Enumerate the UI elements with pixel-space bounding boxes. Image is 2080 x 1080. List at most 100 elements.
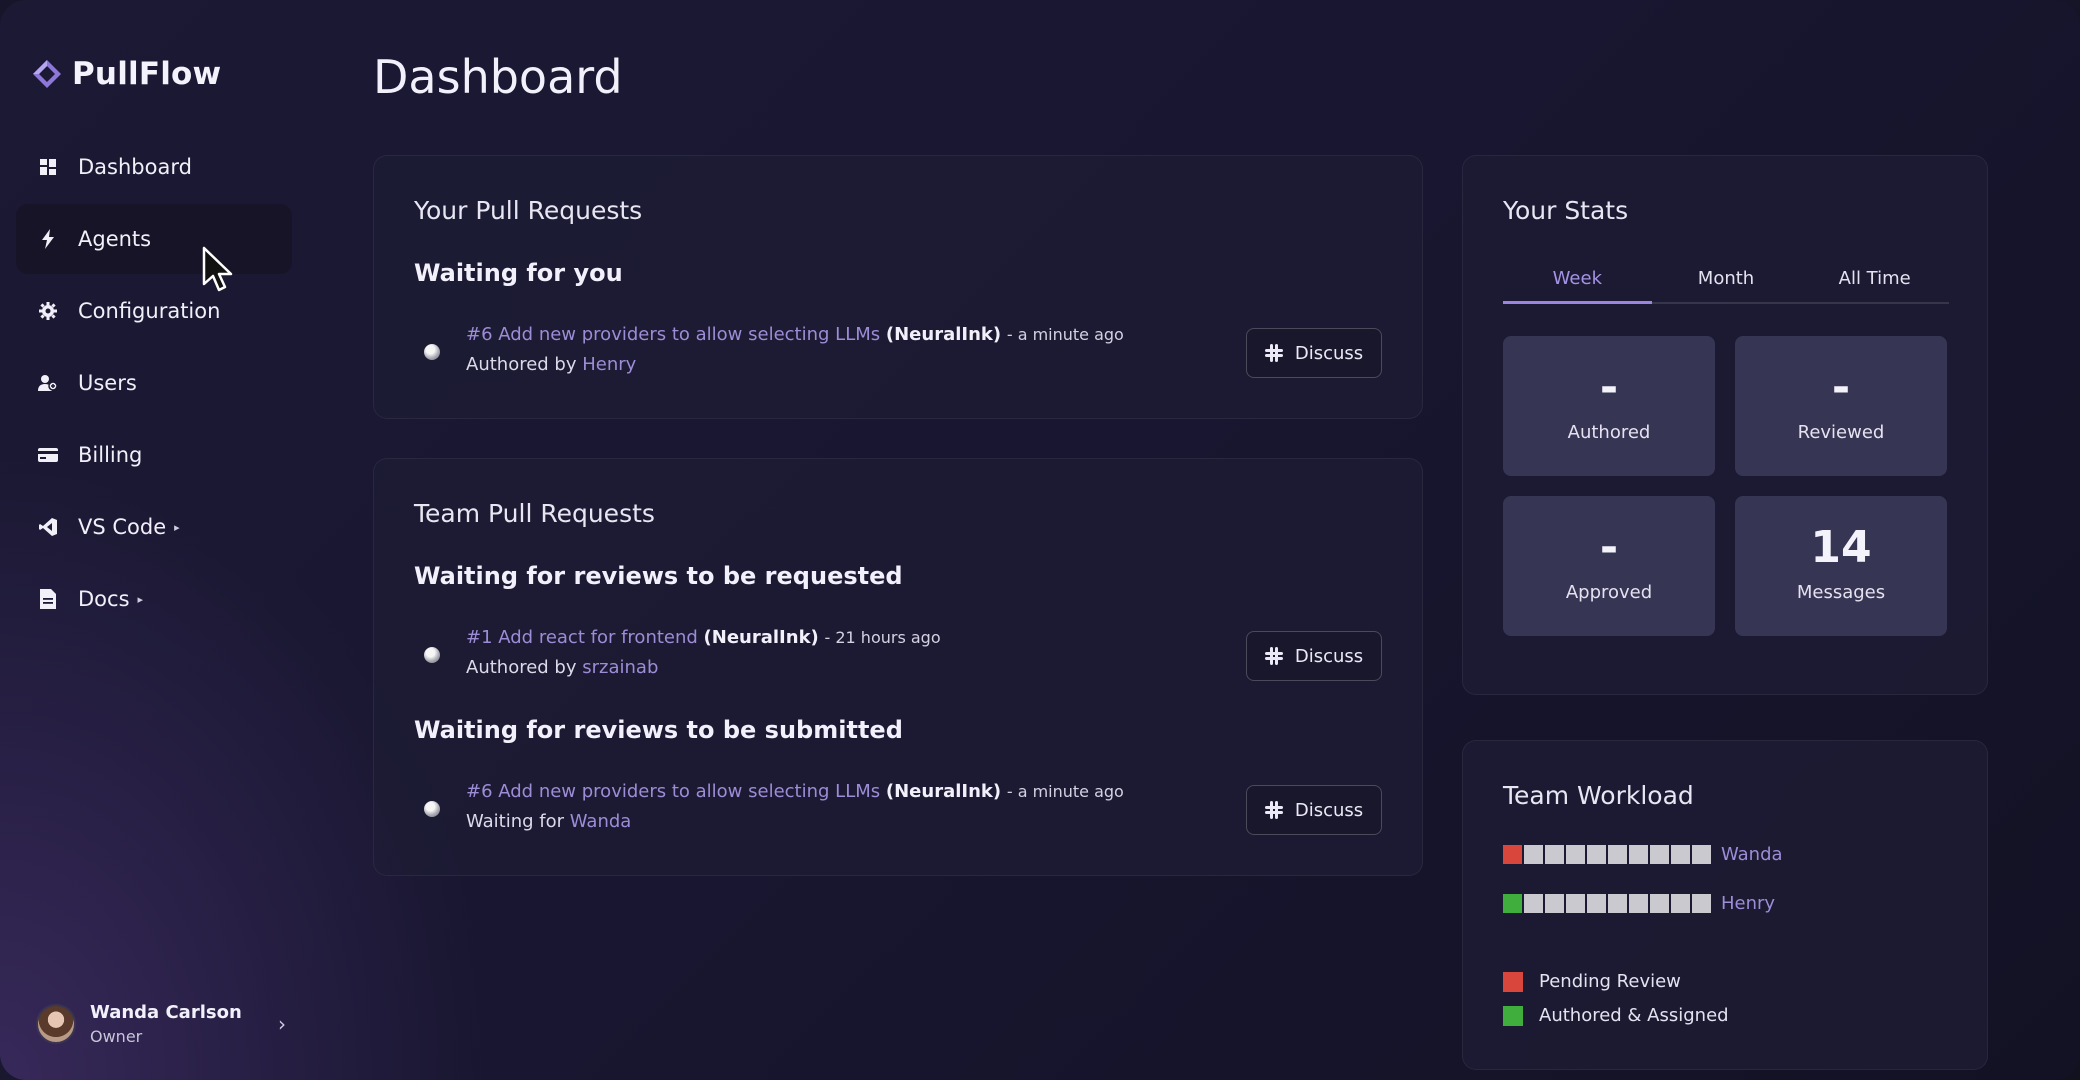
legend-swatch xyxy=(1503,1005,1523,1026)
avatar xyxy=(36,1004,76,1044)
sidebar-item-docs[interactable]: Docs ▸ xyxy=(16,564,292,634)
discuss-button[interactable]: Discuss xyxy=(1246,785,1382,835)
workload-cell xyxy=(1650,893,1669,913)
status-dot-icon xyxy=(424,801,440,817)
gear-icon xyxy=(38,301,58,321)
pr-link[interactable]: #1 Add react for frontend xyxy=(466,627,698,648)
stat-value: - xyxy=(1599,522,1619,573)
discuss-label: Discuss xyxy=(1294,645,1364,667)
card-icon xyxy=(38,445,58,465)
workload-cell xyxy=(1545,844,1564,864)
tab-week[interactable]: Week xyxy=(1503,256,1652,304)
tab-all-time[interactable]: All Time xyxy=(1800,256,1949,302)
stat-value: - xyxy=(1599,362,1619,413)
workload-row: Henry xyxy=(1503,892,1775,914)
card-title: Your Stats xyxy=(1503,196,1629,225)
slack-icon xyxy=(1264,647,1283,665)
legend-item: Authored & Assigned xyxy=(1503,1005,1729,1026)
vscode-icon xyxy=(38,517,58,537)
sidebar-nav: Dashboard Agents Configuration Users Bil… xyxy=(16,132,292,636)
sidebar-item-label: Billing xyxy=(78,443,143,467)
stat-label: Approved xyxy=(1565,582,1653,603)
slack-icon xyxy=(1264,344,1283,362)
legend-label: Authored & Assigned xyxy=(1539,1005,1729,1026)
stat-label: Authored xyxy=(1567,422,1651,443)
sidebar-item-configuration[interactable]: Configuration xyxy=(16,276,292,346)
workload-cell xyxy=(1650,844,1669,864)
sidebar-item-dashboard[interactable]: Dashboard xyxy=(16,132,292,202)
pr-waiting-prefix: Waiting for xyxy=(466,811,565,832)
stat-value: - xyxy=(1831,362,1851,413)
document-icon xyxy=(38,589,58,609)
stat-value: 14 xyxy=(1810,522,1872,573)
users-icon xyxy=(38,373,58,393)
workload-cell xyxy=(1629,893,1648,913)
sidebar-item-label: VS Code xyxy=(78,515,167,539)
stat-label: Messages xyxy=(1796,582,1886,603)
workload-cell xyxy=(1671,844,1690,864)
slack-icon xyxy=(1264,801,1283,819)
pr-time: - a minute ago xyxy=(1006,782,1124,801)
status-dot-icon xyxy=(424,647,440,663)
sidebar-item-billing[interactable]: Billing xyxy=(16,420,292,490)
discuss-label: Discuss xyxy=(1294,342,1364,364)
pr-link[interactable]: #6 Add new providers to allow selecting … xyxy=(466,781,880,802)
caret-right-icon: ▸ xyxy=(137,592,144,606)
workload-member-link[interactable]: Henry xyxy=(1721,893,1775,914)
stat-messages: 14 Messages xyxy=(1735,496,1947,636)
sidebar-item-vscode[interactable]: VS Code ▸ xyxy=(16,492,292,562)
pr-user-link[interactable]: Henry xyxy=(582,354,636,375)
workload-cell xyxy=(1524,844,1543,864)
user-name: Wanda Carlson xyxy=(90,1002,242,1023)
app-name: PullFlow xyxy=(72,56,222,92)
workload-cell xyxy=(1524,893,1543,913)
discuss-label: Discuss xyxy=(1294,799,1364,821)
tab-month[interactable]: Month xyxy=(1652,256,1801,302)
sidebar-item-agents[interactable]: Agents xyxy=(16,204,292,274)
section-title: Waiting for reviews to be submitted xyxy=(414,716,903,744)
workload-member-link[interactable]: Wanda xyxy=(1721,844,1783,865)
page-title: Dashboard xyxy=(373,50,623,104)
pr-user-link[interactable]: srzainab xyxy=(582,657,658,678)
workload-cell xyxy=(1608,893,1627,913)
pr-user-link[interactable]: Wanda xyxy=(570,811,632,832)
stat-authored: - Authored xyxy=(1503,336,1715,476)
stat-approved: - Approved xyxy=(1503,496,1715,636)
bolt-icon xyxy=(38,229,58,249)
list-item: #1 Add react for frontend (NeuralInk) - … xyxy=(424,627,1382,687)
pr-link[interactable]: #6 Add new providers to allow selecting … xyxy=(466,324,880,345)
pr-repo: (NeuralInk) xyxy=(885,781,1002,802)
workload-cell xyxy=(1566,844,1585,864)
stat-reviewed: - Reviewed xyxy=(1735,336,1947,476)
workload-cell xyxy=(1566,893,1585,913)
pr-repo: (NeuralInk) xyxy=(885,324,1002,345)
user-profile[interactable]: Wanda Carlson Owner › xyxy=(36,998,286,1050)
list-item: #6 Add new providers to allow selecting … xyxy=(424,324,1382,384)
section-title: Waiting for you xyxy=(414,259,623,287)
caret-right-icon: ▸ xyxy=(174,520,180,534)
logo[interactable]: PullFlow xyxy=(32,56,221,92)
pr-author-prefix: Authored by xyxy=(466,657,577,678)
workload-cell xyxy=(1503,844,1522,864)
legend-swatch xyxy=(1503,971,1523,992)
discuss-button[interactable]: Discuss xyxy=(1246,328,1382,378)
workload-bar xyxy=(1503,893,1711,913)
legend-label: Pending Review xyxy=(1539,971,1681,992)
sidebar-item-users[interactable]: Users xyxy=(16,348,292,418)
sidebar: PullFlow Dashboard Agents Configuration xyxy=(0,0,310,1080)
sidebar-item-label: Configuration xyxy=(78,299,221,323)
workload-cell xyxy=(1587,844,1606,864)
workload-row: Wanda xyxy=(1503,843,1783,865)
workload-cell xyxy=(1692,844,1711,864)
card-title: Team Pull Requests xyxy=(414,499,655,528)
sidebar-item-label: Docs xyxy=(78,587,130,611)
sidebar-item-label: Agents xyxy=(78,227,152,251)
stat-label: Reviewed xyxy=(1797,422,1885,443)
workload-cell xyxy=(1503,893,1522,913)
pullflow-logo-icon xyxy=(32,59,62,89)
pr-repo: (NeuralInk) xyxy=(703,627,819,648)
your-pull-requests-card: Your Pull Requests Waiting for you #6 Ad… xyxy=(373,155,1423,419)
workload-cell xyxy=(1545,893,1564,913)
discuss-button[interactable]: Discuss xyxy=(1246,631,1382,681)
workload-cell xyxy=(1692,893,1711,913)
